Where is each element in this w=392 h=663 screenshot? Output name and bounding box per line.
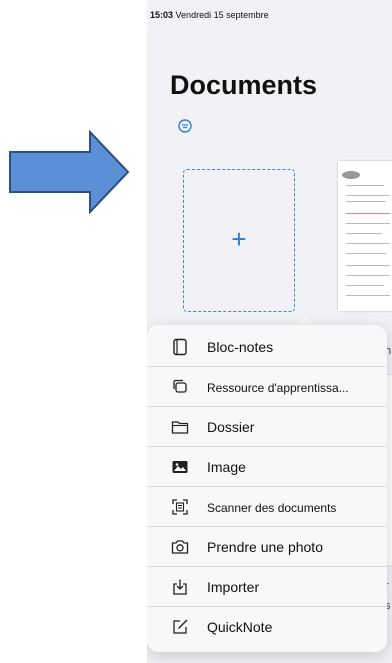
menu-item-quicknote[interactable]: QuickNote [147,607,387,647]
menu-item-label: Dossier [207,419,255,435]
status-bar: 15:03 Vendredi 15 septembre [150,10,269,20]
import-icon [173,579,187,595]
pointer-arrow-icon [9,130,130,214]
menu-item-scan-documents[interactable]: Scanner des documents [147,487,387,527]
document-thumbnail[interactable] [338,161,392,311]
menu-item-label: Bloc-notes [207,339,274,355]
folder-icon [171,421,189,434]
new-document-card[interactable]: + [183,169,295,312]
menu-item-label: Scanner des documents [207,501,337,515]
filter-icon[interactable] [178,119,192,133]
menu-item-label: Importer [207,579,260,595]
notebook-icon [173,338,187,356]
menu-item-image[interactable]: Image [147,447,387,487]
menu-item-dossier[interactable]: Dossier [147,407,387,447]
plus-icon: + [231,224,247,254]
camera-icon [171,540,189,554]
page-title: Documents [170,70,318,100]
menu-item-label: Ressource d'apprentissa... [207,381,349,395]
image-icon [172,461,188,473]
status-time: 15:03 [150,10,174,20]
menu-item-label: Prendre une photo [207,539,323,555]
quicknote-icon [173,619,188,634]
menu-item-label: QuickNote [207,619,273,635]
learning-resource-icon [173,379,187,393]
menu-item-bloc-notes[interactable]: Bloc-notes [147,327,387,367]
scan-document-icon [172,499,188,515]
menu-item-take-photo[interactable]: Prendre une photo [147,527,387,567]
menu-item-learning-resource[interactable]: Ressource d'apprentissa... [147,367,387,407]
new-item-menu: Bloc-notes Ressource d'apprentissa... Do… [147,325,387,652]
menu-item-import[interactable]: Importer [147,567,387,607]
status-date: Vendredi 15 septembre [175,10,269,20]
menu-item-label: Image [207,459,246,475]
ipad-screen: 15:03 Vendredi 15 septembre Documents + … [147,0,392,663]
